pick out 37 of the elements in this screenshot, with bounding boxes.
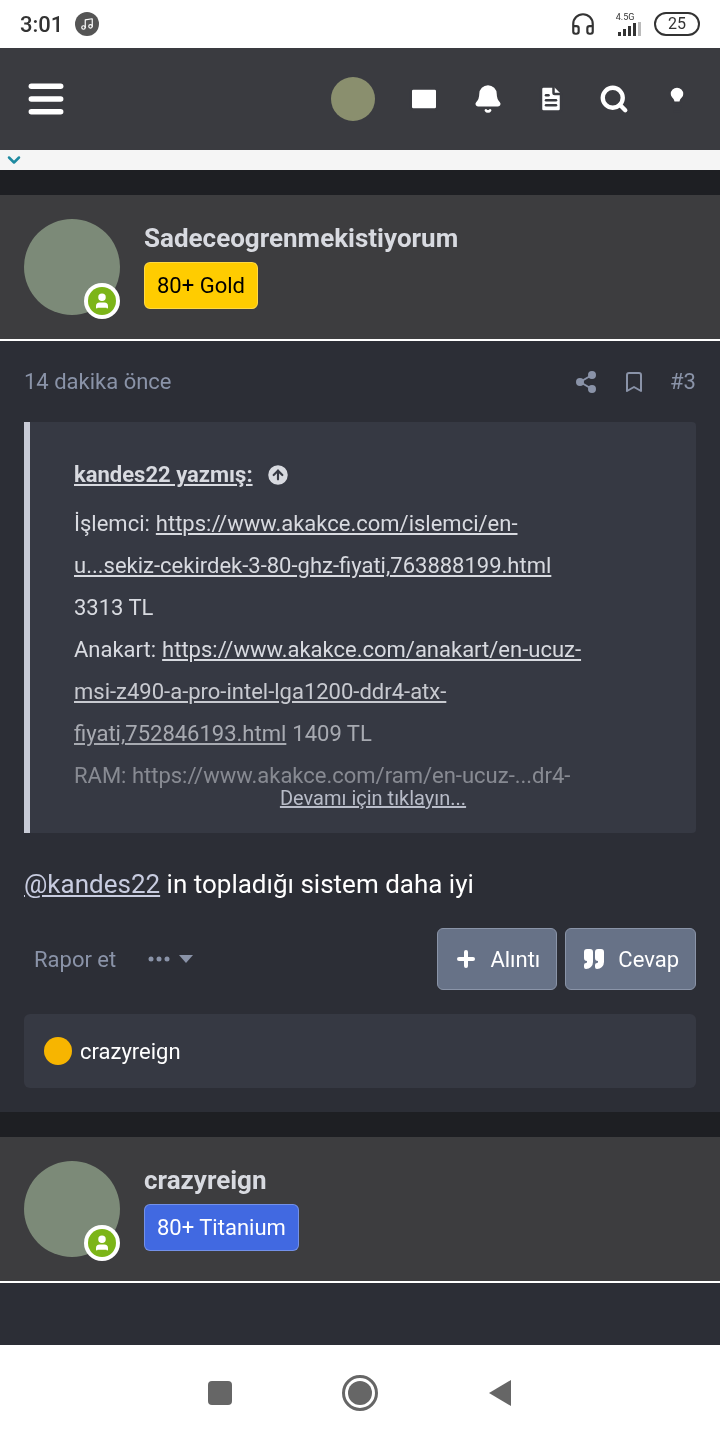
text: İşlemci: bbox=[74, 510, 150, 538]
battery-icon: 25 bbox=[654, 12, 700, 36]
share-icon[interactable] bbox=[574, 369, 599, 394]
back-icon[interactable] bbox=[488, 1378, 512, 1407]
reply-button[interactable]: Cevap bbox=[565, 928, 696, 990]
link[interactable]: https://www.akakce.com/anakart/en-ucuz- bbox=[162, 629, 582, 671]
post-time[interactable]: 14 dakika önce bbox=[24, 365, 172, 398]
search-icon[interactable] bbox=[599, 84, 629, 114]
clock: 3:01 bbox=[20, 10, 64, 39]
user-rank-badge: 80+ Gold bbox=[144, 262, 258, 309]
recent-apps-icon[interactable] bbox=[208, 1380, 232, 1405]
user-rank-badge: 80+ Titanium bbox=[144, 1204, 299, 1251]
post-number[interactable]: #3 bbox=[670, 365, 696, 398]
username[interactable]: crazyreign bbox=[144, 1161, 299, 1200]
link[interactable]: msi-z490-a-pro-intel-lga1200-ddr4-atx- bbox=[74, 671, 447, 713]
quote-icon bbox=[582, 947, 607, 971]
username[interactable]: Sadeceogrenmekistiyorum bbox=[144, 219, 459, 258]
post-body: @kandes22 in topladığı sistem daha iyi bbox=[24, 868, 475, 901]
link[interactable]: https://www.akakce.com/islemci/en- bbox=[155, 503, 518, 545]
link[interactable]: fiyati,752846193.html bbox=[74, 713, 287, 755]
mention-link[interactable]: @kandes22 bbox=[24, 869, 161, 899]
music-icon bbox=[75, 12, 100, 36]
quote-author-link[interactable]: kandes22 yazmış: bbox=[74, 458, 253, 491]
more-options-icon[interactable] bbox=[148, 954, 195, 964]
report-link[interactable]: Rapor et bbox=[24, 942, 117, 976]
network-type: 4.5G bbox=[615, 12, 635, 22]
link[interactable]: u...sekiz-cekirdek-3-80-ghz-fiyati,763888199.html bbox=[74, 545, 552, 587]
text: 1409 TL bbox=[292, 720, 372, 748]
text: Anakart: bbox=[74, 636, 157, 664]
bell-icon[interactable] bbox=[473, 84, 503, 114]
headphones-icon bbox=[570, 11, 596, 37]
text: 3313 TL bbox=[74, 594, 154, 622]
home-icon[interactable] bbox=[342, 1374, 378, 1411]
quote-button[interactable]: Alıntı bbox=[437, 928, 558, 990]
profile-avatar-placeholder[interactable] bbox=[331, 77, 375, 121]
laughing-emoji-icon bbox=[44, 1037, 72, 1065]
reaction-user[interactable]: crazyreign bbox=[80, 1034, 181, 1068]
